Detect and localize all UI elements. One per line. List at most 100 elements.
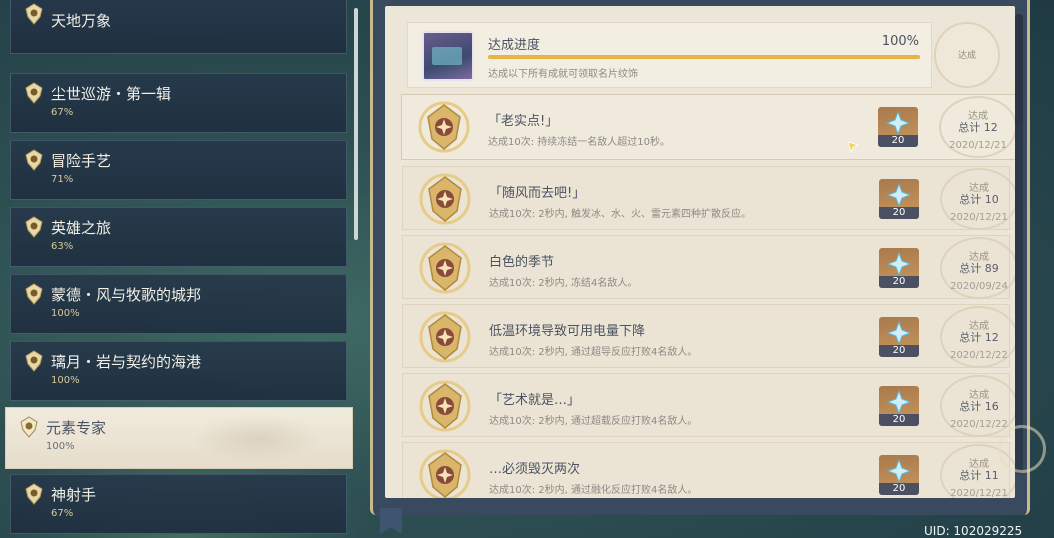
category-name: 璃月・岩与契约的海港 (51, 353, 202, 371)
decorative-ring (998, 425, 1046, 473)
achievement-row[interactable]: 「艺术就是…」 达成10次: 2秒内, 通过超载反应打败4名敌人。 20 达成 … (402, 373, 1015, 437)
primogem-icon (886, 111, 910, 135)
category-badge-icon (20, 416, 38, 438)
cursor-star-icon (847, 141, 859, 153)
category-item-maoxian[interactable]: 冒险手艺 71% (10, 140, 347, 200)
achievement-panel: 达成进度 100% 达成以下所有成就可领取名片纹饰 达成 「老实点!」 达成10… (370, 0, 1030, 515)
reward-quantity: 20 (879, 276, 919, 288)
category-item-yuansu-selected[interactable]: 元素专家 100% (5, 407, 353, 469)
stamp-date: 2020/12/21 (949, 140, 1007, 151)
progress-title: 达成进度 (488, 38, 541, 53)
progress-complete-stamp: 达成 (934, 22, 1000, 88)
reward-item[interactable]: 20 (879, 455, 919, 495)
primogem-icon (887, 183, 911, 207)
player-uid: UID: 102029225 (924, 524, 1023, 538)
reward-quantity: 20 (879, 345, 919, 357)
achievement-medal-icon (419, 380, 471, 432)
primogem-icon (887, 459, 911, 483)
category-badge-icon (25, 3, 43, 25)
achievement-description: 达成10次: 2秒内, 触发冰、水、火、雷元素四种扩散反应。 (489, 209, 751, 220)
achievement-medal-icon (419, 311, 471, 363)
achievement-description: 达成10次: 2秒内, 通过超导反应打败4名敌人。 (489, 347, 698, 358)
category-item-chenshi[interactable]: 尘世巡游・第一辑 67% (10, 73, 347, 133)
reward-item[interactable]: 20 (879, 386, 919, 426)
primogem-icon (887, 390, 911, 414)
reward-quantity: 20 (879, 207, 919, 219)
category-item-mengde[interactable]: 蒙德・风与牧歌的城邦 100% (10, 274, 347, 334)
achievement-medal-icon (419, 173, 471, 225)
category-item-shensheshou[interactable]: 神射手 67% (10, 474, 347, 534)
category-item-liyue[interactable]: 璃月・岩与契约的海港 100% (10, 341, 347, 401)
category-badge-icon (25, 82, 43, 104)
scrollbar-thumb[interactable] (1015, 14, 1023, 124)
category-item-yingxiong[interactable]: 英雄之旅 63% (10, 207, 347, 267)
achievement-title: 白色的季节 (489, 255, 555, 270)
achievement-title: 低温环境导致可用电量下降 (489, 324, 646, 339)
category-name: 英雄之旅 (51, 219, 112, 237)
completion-stamp: 达成 总计 89 2020/09/24 (940, 237, 1015, 299)
reward-quantity: 20 (879, 483, 919, 495)
progress-description: 达成以下所有成就可领取名片纹饰 (488, 69, 638, 80)
progress-bar-fill (488, 55, 920, 59)
category-badge-icon (25, 216, 43, 238)
category-percent: 67% (51, 107, 74, 118)
category-name: 冒险手艺 (51, 152, 112, 170)
progress-bar (488, 55, 920, 59)
reward-item[interactable]: 20 (879, 248, 919, 288)
progress-percent: 100% (881, 34, 919, 49)
category-name: 蒙德・风与牧歌的城邦 (51, 286, 202, 304)
stamp-date: 2020/12/22 (950, 350, 1008, 361)
achievement-title: 「艺术就是…」 (489, 393, 581, 408)
category-percent: 100% (46, 441, 75, 452)
achievement-row[interactable]: 低温环境导致可用电量下降 达成10次: 2秒内, 通过超导反应打败4名敌人。 2… (402, 304, 1015, 368)
achievement-description: 达成10次: 2秒内, 通过超载反应打败4名敌人。 (489, 416, 698, 427)
achievement-medal-icon (418, 101, 470, 153)
achievement-medal-icon (419, 449, 471, 498)
achievement-title: …必须毁灭两次 (489, 462, 581, 477)
category-item-tiandi[interactable]: 天地万象 (10, 0, 347, 54)
achievement-row[interactable]: …必须毁灭两次 达成10次: 2秒内, 通过融化反应打败4名敌人。 20 达成 … (402, 442, 1015, 498)
category-badge-icon (25, 283, 43, 305)
category-name: 天地万象 (51, 12, 112, 30)
achievement-row[interactable]: 「随风而去吧!」 达成10次: 2秒内, 触发冰、水、火、雷元素四种扩散反应。 … (402, 166, 1015, 230)
achievement-list: 达成进度 100% 达成以下所有成就可领取名片纹饰 达成 「老实点!」 达成10… (385, 6, 1015, 498)
progress-header: 达成进度 100% 达成以下所有成就可领取名片纹饰 (407, 22, 932, 88)
category-percent: 100% (51, 375, 80, 386)
achievement-list-scrollbar[interactable] (1015, 14, 1023, 474)
category-percent: 100% (51, 308, 80, 319)
stamp-total: 总计 11 (959, 469, 999, 482)
stamp-total: 总计 89 (959, 262, 999, 275)
achievement-row[interactable]: 「老实点!」 达成10次: 持续冻结一名敌人超过10秒。 20 达成 总计 12… (401, 94, 1015, 160)
bookmark-ribbon (380, 508, 402, 534)
reward-item[interactable]: 20 (879, 317, 919, 357)
achievement-medal-icon (419, 242, 471, 294)
progress-stamp-label: 达成 (957, 51, 976, 61)
primogem-icon (887, 321, 911, 345)
reward-quantity: 20 (878, 135, 918, 147)
category-percent: 67% (51, 508, 74, 519)
stamp-date: 2020/09/24 (950, 281, 1008, 292)
category-name: 尘世巡游・第一辑 (51, 85, 172, 103)
achievement-title: 「老实点!」 (488, 114, 559, 129)
achievement-row[interactable]: 白色的季节 达成10次: 2秒内, 冻结4名敌人。 20 达成 总计 89 20… (402, 235, 1015, 299)
stamp-date: 2020/12/21 (950, 488, 1008, 498)
sidebar-scrollbar[interactable] (354, 8, 358, 240)
stamp-total: 总计 10 (959, 193, 999, 206)
achievement-description: 达成10次: 持续冻结一名敌人超过10秒。 (488, 137, 670, 148)
category-badge-icon (25, 149, 43, 171)
completion-stamp: 达成 总计 16 2020/12/22 (940, 375, 1015, 437)
category-sidebar: 天地万象 尘世巡游・第一辑 67% 冒险手艺 71% 英雄之旅 63% 蒙德・风… (0, 0, 360, 538)
completion-stamp: 达成 总计 12 2020/12/21 (939, 96, 1015, 158)
reward-item[interactable]: 20 (878, 107, 918, 147)
reward-item[interactable]: 20 (879, 179, 919, 219)
stamp-total: 总计 16 (959, 400, 999, 413)
achievement-title: 「随风而去吧!」 (489, 186, 586, 201)
namecard-preview-image (422, 31, 474, 81)
category-percent: 63% (51, 241, 74, 252)
achievement-description: 达成10次: 2秒内, 冻结4名敌人。 (489, 278, 638, 289)
category-badge-icon (25, 483, 43, 505)
category-percent: 71% (51, 174, 74, 185)
reward-quantity: 20 (879, 414, 919, 426)
stamp-date: 2020/12/21 (950, 212, 1008, 223)
primogem-icon (887, 252, 911, 276)
